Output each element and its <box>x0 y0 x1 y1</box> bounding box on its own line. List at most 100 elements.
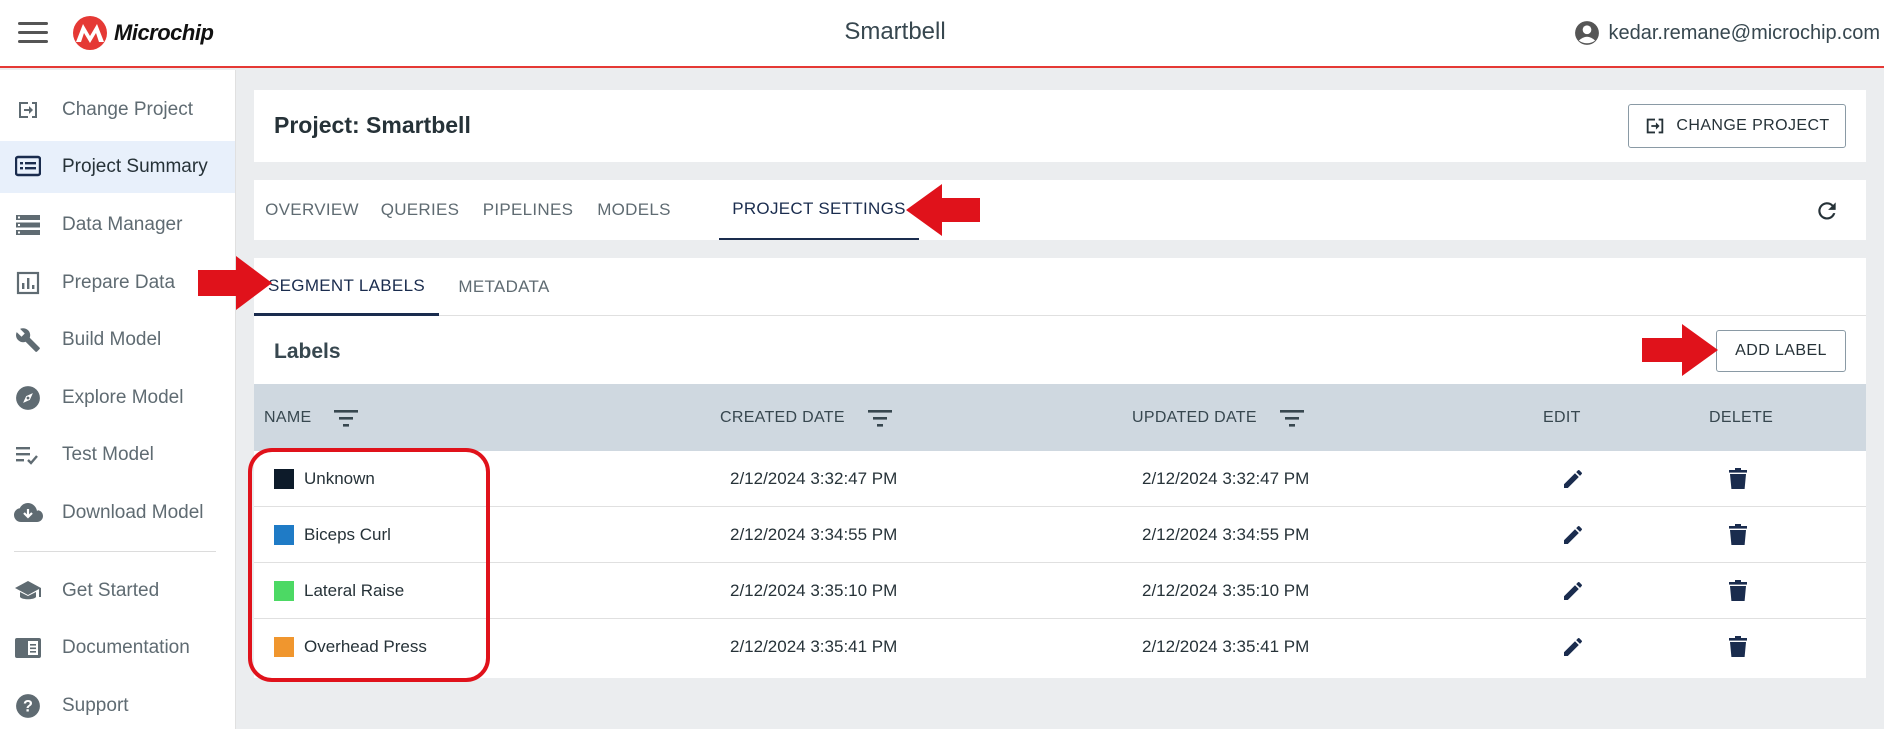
sidebar-item-label: Build Model <box>62 329 162 350</box>
annotation-highlight-box <box>248 448 490 682</box>
sidebar-item-label: Test Model <box>62 444 154 465</box>
sidebar-item-data-manager[interactable]: Data Manager <box>0 199 235 251</box>
cloud-download-icon <box>13 498 43 528</box>
column-header-delete: DELETE <box>1709 408 1774 426</box>
column-header-label: CREATED DATE <box>720 408 845 426</box>
sidebar-item-test-model[interactable]: Test Model <box>0 429 235 481</box>
compass-icon <box>13 383 43 413</box>
account-circle-icon <box>1575 21 1600 45</box>
user-email: kedar.remane@microchip.com <box>1608 21 1880 44</box>
book-icon <box>13 633 43 663</box>
summary-icon <box>13 152 43 182</box>
tab-overview[interactable]: OVERVIEW <box>254 180 370 240</box>
filter-icon[interactable] <box>1279 408 1305 428</box>
sidebar-item-label: Prepare Data <box>62 272 176 293</box>
pencil-icon <box>1564 638 1582 656</box>
column-header-created-date: CREATED DATE <box>720 384 893 451</box>
checklist-icon <box>13 440 43 470</box>
edit-button[interactable] <box>1559 577 1587 605</box>
edit-button[interactable] <box>1559 633 1587 661</box>
refresh-icon[interactable] <box>1814 198 1840 224</box>
sidebar-item-download-model[interactable]: Download Model <box>0 487 235 539</box>
wrench-icon <box>13 325 43 355</box>
annotation-arrow-right <box>1642 324 1718 376</box>
tab-queries[interactable]: QUERIES <box>370 180 470 240</box>
help-icon: ? <box>13 691 43 721</box>
column-header-name: NAME <box>264 384 359 451</box>
created-date-cell: 2/12/2024 3:32:47 PM <box>730 469 898 488</box>
tab-metadata[interactable]: METADATA <box>439 258 569 316</box>
trash-icon <box>1729 636 1747 657</box>
column-header-updated-date: UPDATED DATE <box>1132 384 1305 451</box>
settings-subtabs: SEGMENT LABELS METADATA <box>254 258 1866 316</box>
add-label-button[interactable]: ADD LABEL <box>1716 330 1846 372</box>
labels-heading: Labels <box>274 340 341 363</box>
tab-pipelines[interactable]: PIPELINES <box>470 180 586 240</box>
annotation-arrow-right <box>198 256 272 310</box>
sidebar-item-label: Get Started <box>62 580 160 601</box>
sidebar-item-documentation[interactable]: Documentation <box>0 622 235 674</box>
updated-date-cell: 2/12/2024 3:32:47 PM <box>1142 469 1310 488</box>
updated-date-cell: 2/12/2024 3:35:10 PM <box>1142 581 1310 600</box>
filter-icon[interactable] <box>867 408 893 428</box>
table-header: NAME CREATED DATE UPDATED DATE EDIT DELE… <box>254 384 1866 451</box>
change-project-label: CHANGE PROJECT <box>1676 117 1830 134</box>
column-header-edit: EDIT <box>1543 408 1581 426</box>
table-row: Overhead Press 2/12/2024 3:35:41 PM 2/12… <box>254 619 1866 675</box>
trash-icon <box>1729 468 1747 489</box>
sidebar-item-support[interactable]: ? Support <box>0 680 235 729</box>
table-row: Unknown 2/12/2024 3:32:47 PM 2/12/2024 3… <box>254 451 1866 507</box>
annotation-arrow-left <box>906 184 980 236</box>
edit-button[interactable] <box>1559 465 1587 493</box>
sidebar-item-label: Project Summary <box>62 156 208 177</box>
change-project-button[interactable]: CHANGE PROJECT <box>1628 104 1846 148</box>
column-header-label: UPDATED DATE <box>1132 408 1257 426</box>
sidebar-item-label: Download Model <box>62 502 204 523</box>
filter-icon[interactable] <box>333 408 359 428</box>
pencil-icon <box>1564 470 1582 488</box>
table-row: Biceps Curl 2/12/2024 3:34:55 PM 2/12/20… <box>254 507 1866 563</box>
chart-icon <box>13 268 43 298</box>
svg-text:?: ? <box>23 697 33 715</box>
project-header: Project: Smartbell CHANGE PROJECT <box>254 90 1866 162</box>
sidebar-item-label: Documentation <box>62 637 190 658</box>
updated-date-cell: 2/12/2024 3:34:55 PM <box>1142 525 1310 544</box>
project-tabs: OVERVIEW QUERIES PIPELINES MODELS PROJEC… <box>254 180 1866 240</box>
created-date-cell: 2/12/2024 3:35:41 PM <box>730 637 898 656</box>
sidebar-divider <box>14 551 216 552</box>
sidebar-item-label: Support <box>62 695 129 716</box>
pencil-icon <box>1564 526 1582 544</box>
sidebar-item-build-model[interactable]: Build Model <box>0 314 235 366</box>
sidebar-item-label: Explore Model <box>62 387 184 408</box>
user-account[interactable]: kedar.remane@microchip.com <box>1574 20 1880 46</box>
edit-button[interactable] <box>1559 521 1587 549</box>
tab-project-settings[interactable]: PROJECT SETTINGS <box>719 180 919 240</box>
sidebar-item-change-project[interactable]: Change Project <box>0 84 235 136</box>
sidebar-item-get-started[interactable]: Get Started <box>0 565 235 617</box>
storage-icon <box>13 210 43 240</box>
sidebar-item-explore-model[interactable]: Explore Model <box>0 372 235 424</box>
delete-button[interactable] <box>1724 521 1752 549</box>
updated-date-cell: 2/12/2024 3:35:41 PM <box>1142 637 1310 656</box>
created-date-cell: 2/12/2024 3:35:10 PM <box>730 581 898 600</box>
delete-button[interactable] <box>1724 577 1752 605</box>
pencil-icon <box>1564 582 1582 600</box>
sidebar-nav: Change Project Project Summary Data Mana… <box>0 70 236 729</box>
sidebar-item-label: Data Manager <box>62 214 183 235</box>
sidebar-item-project-summary[interactable]: Project Summary <box>0 141 235 193</box>
sidebar-item-label: Change Project <box>62 99 193 120</box>
enter-project-icon <box>13 95 43 125</box>
tab-models[interactable]: MODELS <box>586 180 682 240</box>
created-date-cell: 2/12/2024 3:34:55 PM <box>730 525 898 544</box>
app-title: Smartbell <box>844 18 946 45</box>
delete-button[interactable] <box>1724 465 1752 493</box>
delete-button[interactable] <box>1724 633 1752 661</box>
top-app-bar: Microchip Smartbell kedar.remane@microch… <box>0 0 1884 68</box>
column-header-label: NAME <box>264 408 312 426</box>
enter-project-icon <box>1647 118 1664 134</box>
school-icon <box>13 576 43 606</box>
tab-segment-labels[interactable]: SEGMENT LABELS <box>254 258 439 316</box>
trash-icon <box>1729 524 1747 545</box>
project-title: Project: Smartbell <box>274 112 471 138</box>
table-row: Lateral Raise 2/12/2024 3:35:10 PM 2/12/… <box>254 563 1866 619</box>
